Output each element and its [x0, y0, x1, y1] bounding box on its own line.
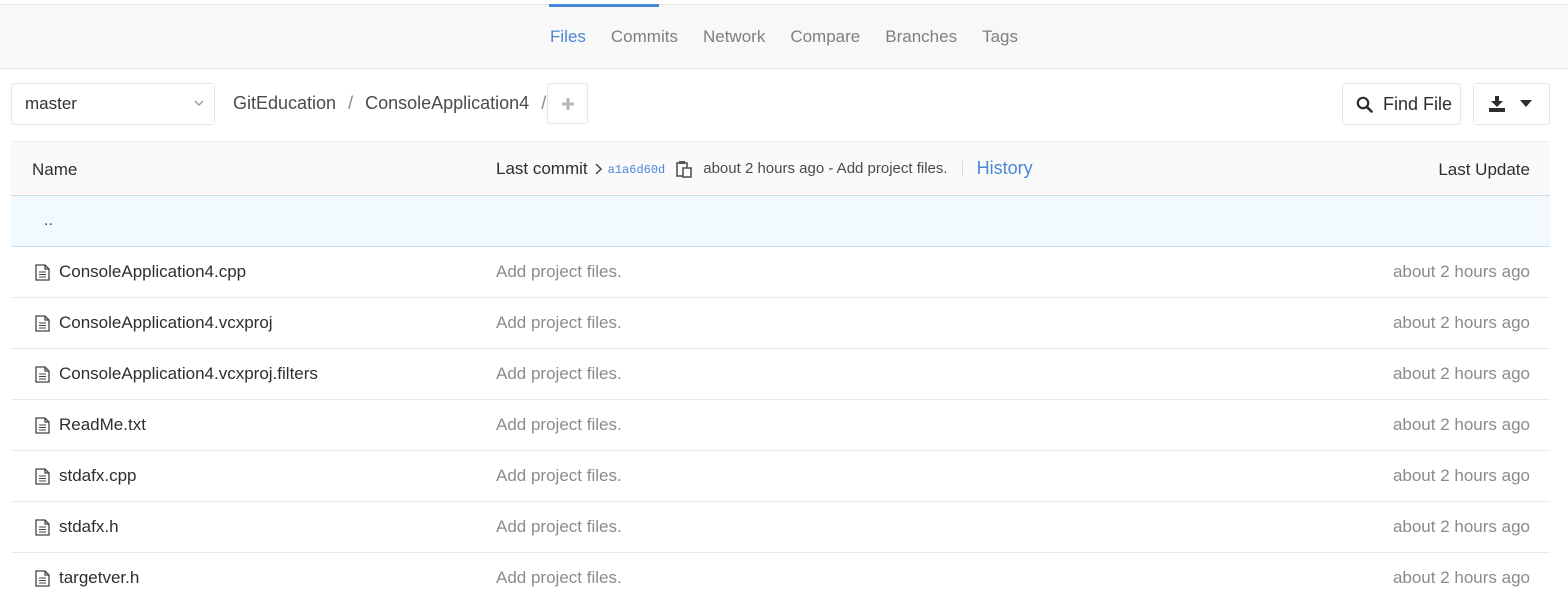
chevron-right-icon: [595, 162, 602, 175]
file-icon: [35, 264, 50, 281]
file-icon: [35, 468, 50, 485]
file-name-link[interactable]: stdafx.cpp: [59, 466, 137, 486]
caret-down-icon: [1520, 100, 1532, 107]
column-header-last-update: Last Update: [1438, 160, 1530, 179]
tab-compare[interactable]: Compare: [778, 27, 873, 47]
file-updated-time: about 2 hours ago: [1392, 313, 1530, 332]
find-file-label: Find File: [1383, 93, 1453, 114]
chevron-down-icon: [194, 100, 204, 106]
table-header: Name Last commit a1a6d60d about 2 hours …: [11, 141, 1550, 196]
plus-icon: [561, 97, 574, 110]
commit-message-link[interactable]: Add project files.: [496, 313, 622, 333]
file-icon: [35, 519, 50, 536]
breadcrumb-separator: /: [348, 93, 354, 113]
column-header-name: Name: [32, 160, 78, 179]
commit-sha-link[interactable]: a1a6d60d: [608, 163, 666, 177]
breadcrumb-project[interactable]: GitEducation: [233, 93, 336, 114]
file-name-link[interactable]: ConsoleApplication4.vcxproj: [59, 313, 273, 333]
file-name-link[interactable]: ReadMe.txt: [59, 415, 146, 435]
file-updated-time: about 2 hours ago: [1392, 568, 1530, 587]
breadcrumb-folder[interactable]: ConsoleApplication4: [365, 93, 529, 114]
tab-tags[interactable]: Tags: [970, 27, 1031, 47]
commit-message-link[interactable]: Add project files.: [496, 466, 622, 486]
commit-message-link[interactable]: Add project files.: [496, 415, 622, 435]
file-table: Name Last commit a1a6d60d about 2 hours …: [11, 141, 1550, 602]
table-row: stdafx.h Add project files. about 2 hour…: [11, 502, 1550, 553]
table-row: ReadMe.txt Add project files. about 2 ho…: [11, 400, 1550, 451]
file-name-link[interactable]: ConsoleApplication4.vcxproj.filters: [59, 364, 318, 384]
last-commit-header: Last commit a1a6d60d about 2 hours ago -…: [496, 158, 1033, 179]
parent-directory-row[interactable]: ..: [11, 196, 1550, 247]
file-updated-time: about 2 hours ago: [1392, 262, 1530, 281]
project-nav: Files Commits Network Compare Branches T…: [0, 4, 1568, 69]
file-icon: [35, 417, 50, 434]
history-link[interactable]: History: [977, 158, 1033, 179]
last-commit-summary: about 2 hours ago - Add project files.: [703, 160, 948, 177]
commit-message-link[interactable]: Add project files.: [496, 517, 622, 537]
divider: [961, 160, 963, 177]
table-row: ConsoleApplication4.cpp Add project file…: [11, 247, 1550, 298]
file-name-link[interactable]: stdafx.h: [59, 517, 119, 537]
clipboard-icon: [676, 160, 693, 178]
file-updated-time: about 2 hours ago: [1392, 517, 1530, 536]
branch-select[interactable]: master: [11, 83, 215, 125]
tab-network[interactable]: Network: [690, 27, 777, 47]
tab-files[interactable]: Files: [538, 27, 599, 47]
copy-sha-button[interactable]: [675, 160, 693, 178]
file-icon: [35, 366, 50, 383]
tab-commits[interactable]: Commits: [598, 27, 690, 47]
file-updated-time: about 2 hours ago: [1392, 415, 1530, 434]
breadcrumb-separator: /: [541, 93, 547, 113]
table-row: stdafx.cpp Add project files. about 2 ho…: [11, 451, 1550, 502]
commit-message-link[interactable]: Add project files.: [496, 262, 622, 282]
nav-tabs: Files Commits Network Compare Branches T…: [0, 5, 1568, 69]
file-updated-time: about 2 hours ago: [1392, 466, 1530, 485]
breadcrumb: GitEducation / ConsoleApplication4 /: [233, 93, 558, 114]
parent-directory-link[interactable]: ..: [44, 212, 53, 230]
file-icon: [35, 315, 50, 332]
search-icon: [1356, 96, 1373, 113]
find-file-button[interactable]: Find File: [1342, 83, 1461, 125]
tab-branches[interactable]: Branches: [873, 27, 970, 47]
file-icon: [35, 570, 50, 587]
file-name-link[interactable]: ConsoleApplication4.cpp: [59, 262, 246, 282]
branch-select-value: master: [25, 94, 77, 113]
table-row: targetver.h Add project files. about 2 h…: [11, 553, 1550, 602]
commit-message-link[interactable]: Add project files.: [496, 364, 622, 384]
add-file-button[interactable]: [547, 83, 588, 124]
download-icon: [1489, 96, 1505, 112]
file-updated-time: about 2 hours ago: [1392, 364, 1530, 383]
column-header-last-commit: Last commit: [496, 158, 588, 178]
download-button[interactable]: [1473, 83, 1550, 125]
table-row: ConsoleApplication4.vcxproj.filters Add …: [11, 349, 1550, 400]
table-row: ConsoleApplication4.vcxproj Add project …: [11, 298, 1550, 349]
commit-message-link[interactable]: Add project files.: [496, 568, 622, 588]
file-name-link[interactable]: targetver.h: [59, 568, 139, 588]
